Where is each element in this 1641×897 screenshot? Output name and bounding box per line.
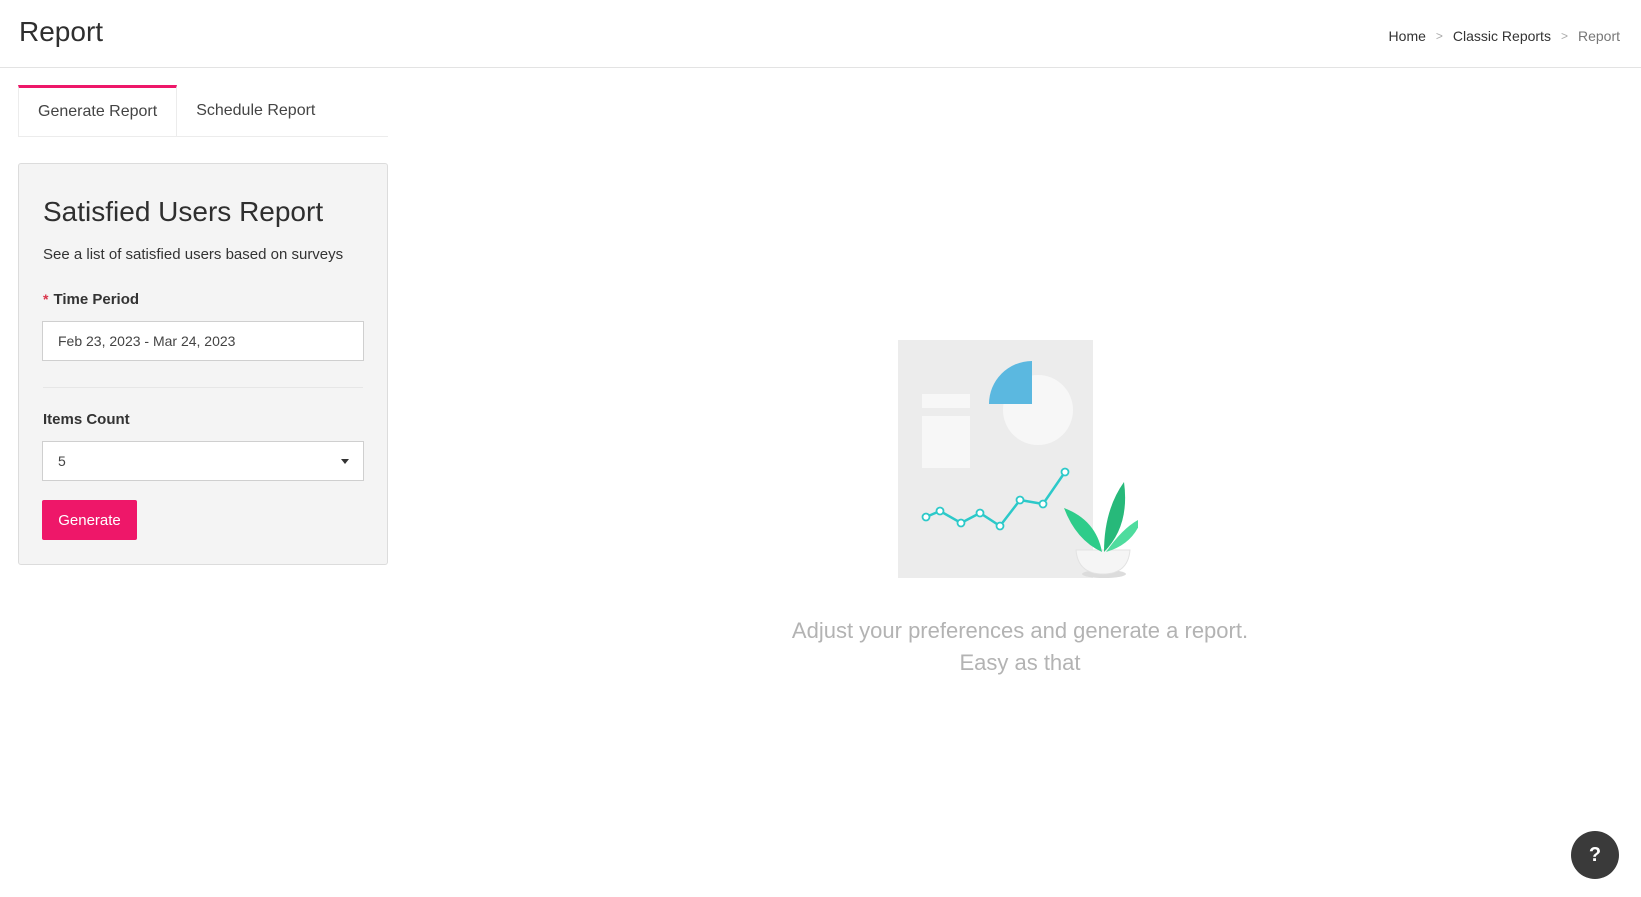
report-tabs: Generate Report Schedule Report [18, 85, 388, 137]
time-period-label: * Time Period [43, 291, 139, 308]
breadcrumb: Home > Classic Reports > Report [1389, 28, 1620, 44]
items-count-value: 5 [58, 453, 66, 469]
empty-state-line-1: Adjust your preferences and generate a r… [791, 618, 1249, 643]
breadcrumb-home-link[interactable]: Home [1389, 28, 1426, 44]
time-period-input[interactable] [42, 321, 364, 361]
items-count-select[interactable]: 5 [42, 441, 364, 481]
form-divider [43, 387, 363, 388]
empty-state-message: Adjust your preferences and generate a r… [720, 615, 1320, 679]
time-period-label-text: Time Period [53, 291, 140, 308]
form-title: Satisfied Users Report [43, 196, 324, 227]
breadcrumb-classic-reports-link[interactable]: Classic Reports [1453, 28, 1551, 44]
page-header: Report Home > Classic Reports > Report [0, 0, 1641, 68]
doc-block-large [922, 416, 970, 468]
breadcrumb-separator: > [1560, 29, 1568, 43]
form-subtitle: See a list of satisfied users based on s… [43, 246, 344, 263]
empty-state-line-2: Easy as that [959, 650, 1081, 675]
doc-block-small [922, 394, 970, 408]
help-button[interactable]: ? [1571, 831, 1619, 879]
caret-down-icon [341, 459, 349, 464]
items-count-label: Items Count [43, 411, 130, 428]
report-form-panel: Satisfied Users Report See a list of sat… [18, 163, 388, 565]
report-illustration [898, 340, 1142, 585]
breadcrumb-current: Report [1577, 28, 1620, 44]
page-title: Report [19, 16, 104, 47]
required-asterisk: * [43, 291, 49, 307]
breadcrumb-separator: > [1435, 29, 1443, 43]
tab-schedule-report[interactable]: Schedule Report [177, 85, 334, 136]
report-illustration-svg [898, 340, 1142, 578]
generate-button[interactable]: Generate [42, 500, 137, 540]
tab-generate-report[interactable]: Generate Report [18, 85, 178, 136]
